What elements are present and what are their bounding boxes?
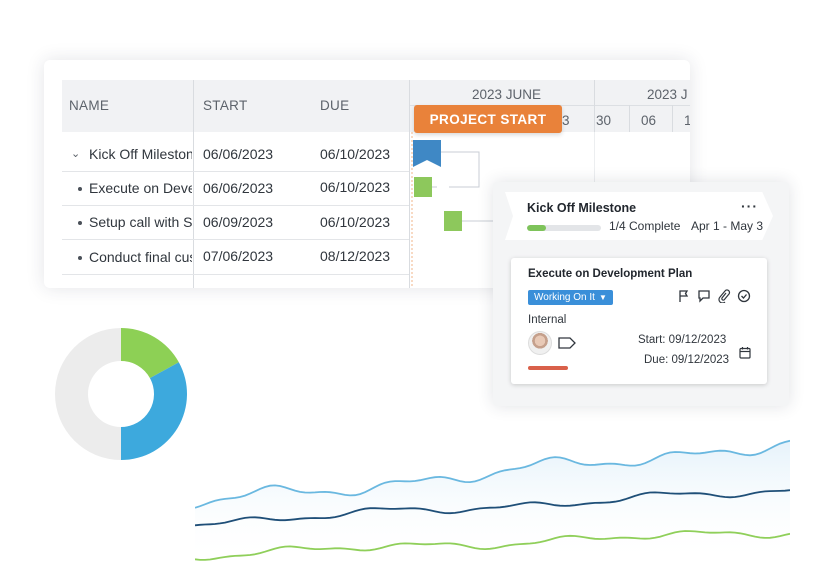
bullet-icon bbox=[78, 187, 82, 191]
timeline-month-july: 2023 J bbox=[647, 87, 688, 102]
task-due-date[interactable]: 06/10/2023 bbox=[320, 179, 390, 195]
milestone-progress-bar bbox=[527, 225, 601, 231]
progress-fill bbox=[527, 225, 546, 231]
task-card-title[interactable]: Execute on Development Plan bbox=[528, 268, 692, 280]
task-start-date: Start: 09/12/2023 bbox=[638, 334, 727, 346]
check-circle-icon[interactable] bbox=[737, 289, 751, 303]
task-bar bbox=[444, 211, 462, 231]
milestone-header[interactable]: Kick Off Milestone ··· 1/4 Complete Apr … bbox=[505, 192, 773, 240]
donut-segment-blue bbox=[121, 362, 187, 460]
column-header-due[interactable]: DUE bbox=[320, 98, 349, 113]
trend-waves bbox=[195, 439, 790, 565]
task-due-date[interactable]: 06/10/2023 bbox=[320, 214, 390, 230]
milestone-date-range: Apr 1 - May 3 bbox=[691, 219, 764, 233]
donut-segment-gray bbox=[55, 328, 121, 460]
tag-icon[interactable] bbox=[557, 337, 577, 349]
chevron-down-icon: ▼ bbox=[598, 293, 607, 302]
task-start-date[interactable]: 06/09/2023 bbox=[203, 214, 273, 230]
more-options-icon[interactable]: ··· bbox=[741, 198, 758, 214]
task-start-date[interactable]: 06/06/2023 bbox=[203, 180, 273, 196]
task-name[interactable]: Setup call with Stakeholders bbox=[89, 214, 192, 230]
task-name[interactable]: Kick Off Milestone bbox=[89, 146, 192, 162]
timeline-month-june: 2023 JUNE bbox=[472, 87, 542, 102]
task-name[interactable]: Conduct final customer review bbox=[89, 249, 192, 265]
task-card[interactable]: Execute on Development Plan Working On I… bbox=[511, 258, 767, 384]
milestone-popup[interactable]: Kick Off Milestone ··· 1/4 Complete Apr … bbox=[493, 182, 789, 406]
timeline-day: 1 bbox=[684, 113, 690, 128]
milestone-complete-text: 1/4 Complete bbox=[609, 219, 681, 233]
calendar-icon[interactable] bbox=[739, 346, 751, 359]
chevron-down-icon[interactable]: ⌄ bbox=[71, 147, 80, 160]
timeline-day: 06 bbox=[641, 113, 657, 128]
donut-chart bbox=[55, 328, 187, 460]
comment-icon[interactable] bbox=[697, 289, 711, 303]
task-name[interactable]: Execute on Development Plan bbox=[89, 180, 192, 196]
bullet-icon bbox=[78, 221, 82, 225]
task-start-date[interactable]: 06/06/2023 bbox=[203, 146, 273, 162]
task-bar bbox=[414, 177, 432, 197]
status-label: Working On It bbox=[534, 292, 595, 303]
timeline-day: 3 bbox=[562, 113, 570, 128]
task-due-date: Due: 09/12/2023 bbox=[644, 354, 730, 366]
status-dropdown[interactable]: Working On It ▼ bbox=[528, 290, 613, 305]
column-header-start[interactable]: START bbox=[203, 98, 248, 113]
flag-icon[interactable] bbox=[677, 289, 691, 303]
column-header-name[interactable]: NAME bbox=[69, 98, 109, 113]
task-category: Internal bbox=[528, 314, 567, 326]
task-card-actions bbox=[677, 289, 751, 303]
milestone-title[interactable]: Kick Off Milestone bbox=[527, 201, 636, 215]
task-start-date[interactable]: 07/06/2023 bbox=[203, 248, 273, 264]
priority-bar bbox=[528, 366, 568, 370]
timeline-day: 30 bbox=[596, 113, 612, 128]
bullet-icon bbox=[78, 256, 82, 260]
avatar[interactable] bbox=[528, 331, 552, 355]
task-due-date[interactable]: 08/12/2023 bbox=[320, 248, 390, 264]
project-start-marker[interactable]: PROJECT START bbox=[414, 105, 562, 133]
task-due-date[interactable]: 06/10/2023 bbox=[320, 146, 390, 162]
paperclip-icon[interactable] bbox=[717, 289, 731, 303]
milestone-flag-icon bbox=[413, 140, 441, 167]
